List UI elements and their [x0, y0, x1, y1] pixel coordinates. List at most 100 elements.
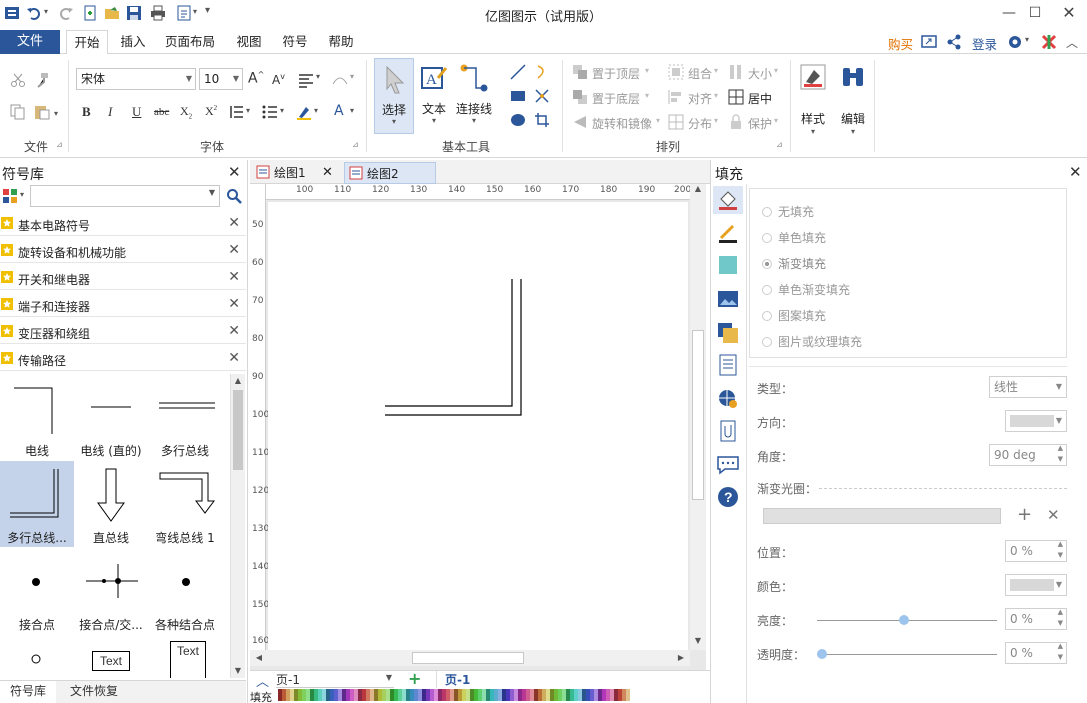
cross-point-icon[interactable] — [534, 88, 550, 104]
align-dropdown-icon[interactable]: ▾ — [714, 91, 718, 100]
hyperlink-globe-icon[interactable] — [717, 388, 739, 410]
login-link[interactable]: 登录 — [972, 34, 997, 53]
subscript-icon[interactable]: X2 — [180, 104, 192, 120]
group-dropdown-icon[interactable]: ▾ — [714, 66, 718, 75]
remove-library-icon[interactable]: ✕ — [228, 242, 240, 258]
shape-text-box-2[interactable]: Text — [148, 635, 222, 678]
library-item[interactable]: 端子和连接器 ✕ — [0, 293, 246, 317]
shape-wire-straight[interactable]: 电线 (直的) — [74, 374, 148, 460]
brightness-slider-thumb[interactable] — [899, 615, 909, 625]
canvas-horizontal-scrollbar[interactable]: ◀ ▶ — [250, 650, 690, 666]
text-path-dropdown-icon[interactable]: ▾ — [350, 72, 354, 81]
scroll-thumb[interactable] — [233, 390, 243, 470]
maximize-button[interactable]: ☐ — [1022, 2, 1048, 24]
distribute-icon[interactable] — [668, 114, 684, 130]
library-item[interactable]: 基本电路符号 ✕ — [0, 212, 246, 236]
crop-tool-icon[interactable] — [534, 112, 550, 128]
tab-page-layout[interactable]: 页面布局 — [158, 30, 222, 55]
document-props-icon[interactable] — [717, 354, 739, 376]
underline-icon[interactable]: U — [132, 104, 141, 120]
doc-tab-1[interactable]: 绘图1 ✕ — [256, 162, 340, 184]
settings-dropdown-icon[interactable]: ▾ — [1025, 35, 1029, 44]
bring-to-front-icon[interactable] — [572, 64, 588, 80]
center-icon[interactable] — [728, 89, 744, 105]
color-swatches[interactable] — [278, 689, 630, 701]
line-spacing-dropdown-icon[interactable]: ▾ — [246, 106, 250, 115]
file-group-launcher-icon[interactable]: ⊿ — [56, 140, 63, 149]
remove-stop-icon[interactable]: ✕ — [1047, 506, 1060, 524]
shape-bent-bus-1[interactable]: 弯线总线 1 — [148, 461, 222, 547]
align-text-icon[interactable] — [298, 72, 314, 88]
add-stop-icon[interactable]: + — [1017, 504, 1032, 525]
tab-home[interactable]: 开始 — [66, 30, 108, 55]
shape-multi-bus-corner[interactable]: 多行总线... — [0, 461, 74, 547]
radio-pattern-fill[interactable]: 图案填充 — [762, 307, 826, 324]
bring-front-dropdown-icon[interactable]: ▾ — [645, 66, 649, 75]
library-item[interactable]: 变压器和绕组 ✕ — [0, 320, 246, 344]
shape-text-box[interactable]: Text — [74, 635, 148, 678]
radio-picture-fill[interactable]: 图片或纹理填充 — [762, 333, 862, 350]
shape-multi-bus[interactable]: 多行总线 — [148, 374, 222, 460]
radio-gradient-fill[interactable]: 渐变填充 — [762, 255, 826, 272]
font-color-dropdown-icon[interactable]: ▾ — [350, 106, 354, 115]
font-name-select[interactable]: 宋体 ▼ — [76, 68, 196, 90]
style-button[interactable]: 样式 ▾ — [796, 60, 830, 142]
remove-library-icon[interactable]: ✕ — [228, 296, 240, 312]
text-tool-button[interactable]: A 文本 ▾ — [418, 58, 450, 134]
scroll-thumb[interactable] — [692, 330, 704, 500]
tab-symbol-library[interactable]: 符号库 — [0, 681, 56, 703]
buy-link[interactable]: 购买 — [888, 34, 913, 53]
arrange-group-launcher-icon[interactable]: ⊿ — [776, 140, 783, 149]
remove-library-icon[interactable]: ✕ — [228, 215, 240, 231]
line-spacing-icon[interactable] — [228, 104, 244, 120]
add-page-icon[interactable]: + — [408, 669, 421, 688]
shape-open-circle[interactable] — [0, 635, 74, 678]
scroll-up-icon[interactable]: ▲ — [231, 374, 245, 388]
attachment-icon[interactable] — [717, 420, 739, 442]
shape-wire[interactable]: 电线 — [0, 374, 74, 460]
close-tab-icon[interactable]: ✕ — [322, 162, 333, 184]
rectangle-tool-icon[interactable] — [510, 88, 526, 104]
tab-symbol[interactable]: 符号 — [274, 30, 316, 55]
shape-junction-cross[interactable]: 接合点/交... — [74, 548, 148, 634]
edit-button[interactable]: 编辑 ▾ — [836, 60, 870, 142]
group-icon[interactable] — [668, 64, 684, 80]
doc-tab-2[interactable]: 绘图2 — [344, 162, 436, 184]
plugin-icon[interactable] — [1040, 33, 1058, 51]
scroll-thumb[interactable] — [412, 652, 524, 664]
radio-solid-fill[interactable]: 单色填充 — [762, 229, 826, 246]
connector-tool-button[interactable]: 连接线 ▾ — [454, 58, 494, 134]
help-icon[interactable]: ? — [717, 486, 739, 508]
copy-icon[interactable] — [10, 104, 26, 120]
rotate-mirror-icon[interactable] — [572, 114, 588, 130]
format-painter-icon[interactable] — [34, 72, 50, 88]
canvas-area[interactable]: 100 110 120 130 140 150 160 170 180 190 … — [250, 184, 706, 670]
grow-font-icon[interactable]: A^ — [248, 70, 264, 87]
scroll-down-icon[interactable]: ▼ — [690, 636, 706, 650]
library-item[interactable]: 旋转设备和机械功能 ✕ — [0, 239, 246, 263]
center-label[interactable]: 居中 — [748, 90, 772, 107]
rotate-dropdown-icon[interactable]: ▾ — [656, 116, 660, 125]
transparency-spinner[interactable]: 0 % ▲ ▼ — [1005, 642, 1067, 664]
color-select[interactable]: ▼ — [1005, 574, 1067, 596]
align-dropdown-icon[interactable]: ▾ — [316, 72, 320, 81]
align-icon[interactable] — [668, 89, 684, 105]
send-to-back-label[interactable]: 置于底层 — [592, 90, 640, 107]
library-item[interactable]: 传输路径 ✕ — [0, 347, 246, 371]
italic-icon[interactable]: I — [108, 104, 112, 120]
settings-gear-icon[interactable] — [1006, 33, 1024, 51]
align-label[interactable]: 对齐 — [688, 90, 712, 107]
shape-scrollbar[interactable]: ▲ ▼ — [230, 374, 245, 678]
highlight-icon[interactable] — [296, 104, 312, 120]
remove-library-icon[interactable]: ✕ — [228, 350, 240, 366]
strikethrough-icon[interactable]: abc — [154, 106, 169, 118]
paste-dropdown-icon[interactable]: ▾ — [54, 109, 58, 118]
transparency-slider-thumb[interactable] — [817, 649, 827, 659]
minimize-button[interactable]: — — [996, 2, 1022, 24]
file-menu[interactable]: 文件 — [0, 30, 60, 54]
library-grid-icon[interactable] — [2, 188, 18, 204]
canvas-vertical-scrollbar[interactable]: ▲ ▼ — [690, 184, 706, 650]
bullets-dropdown-icon[interactable]: ▾ — [280, 106, 284, 115]
send-to-back-icon[interactable] — [572, 89, 588, 105]
bullets-icon[interactable] — [262, 104, 278, 120]
